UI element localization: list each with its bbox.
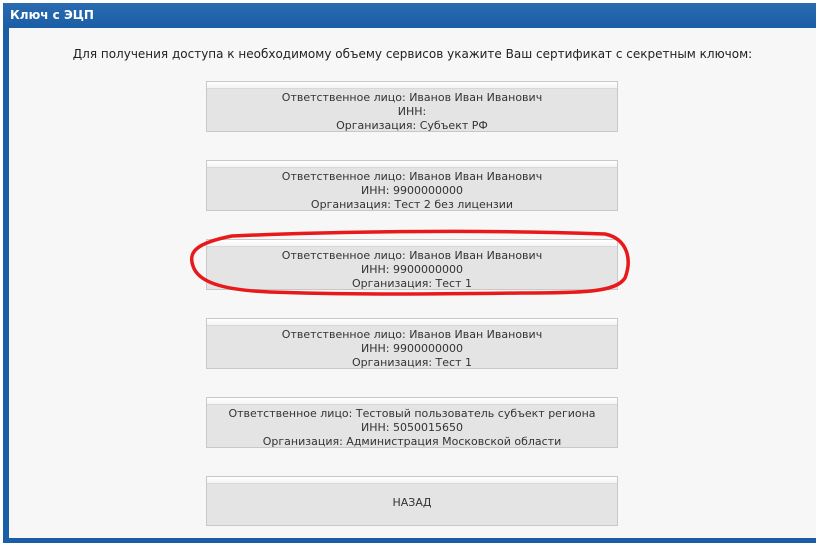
cert-inn: ИНН: 9900000000	[361, 263, 463, 276]
cert-org: Организация: Тест 2 без лицензии	[310, 198, 514, 211]
back-button[interactable]: НАЗАД	[206, 476, 618, 526]
cert-org: Организация: Тест 1	[352, 356, 472, 369]
cert-inn: ИНН:	[397, 105, 427, 118]
cert-person: Ответственное лицо: Иванов Иван Иванович	[281, 328, 543, 341]
certificate-button-5[interactable]: Ответственное лицо: Тестовый пользовател…	[206, 397, 618, 448]
cert-person: Ответственное лицо: Иванов Иван Иванович	[281, 170, 543, 183]
key-window: Ключ с ЭЦП Для получения доступа к необх…	[3, 3, 816, 543]
window-title: Ключ с ЭЦП	[3, 3, 816, 28]
back-button-label: НАЗАД	[392, 496, 432, 509]
cert-inn: ИНН: 9900000000	[361, 184, 463, 197]
cert-person: Ответственное лицо: Иванов Иван Иванович	[281, 91, 543, 104]
cert-person: Ответственное лицо: Тестовый пользовател…	[228, 407, 596, 420]
window-content: Для получения доступа к необходимому объ…	[9, 28, 816, 538]
instruction-text: Для получения доступа к необходимому объ…	[72, 47, 753, 61]
certificate-button-2[interactable]: Ответственное лицо: Иванов Иван Иванович…	[206, 160, 618, 211]
cert-inn: ИНН: 5050015650	[361, 421, 463, 434]
cert-inn: ИНН: 9900000000	[361, 342, 463, 355]
cert-org: Организация: Субъект РФ	[336, 119, 488, 132]
cert-org: Организация: Тест 1	[352, 277, 472, 290]
certificate-button-4[interactable]: Ответственное лицо: Иванов Иван Иванович…	[206, 318, 618, 369]
cert-org: Организация: Администрация Московской об…	[262, 435, 562, 448]
cert-person: Ответственное лицо: Иванов Иван Иванович	[281, 249, 543, 262]
certificate-button-1[interactable]: Ответственное лицо: Иванов Иван Иванович…	[206, 81, 618, 132]
certificate-button-3[interactable]: Ответственное лицо: Иванов Иван Иванович…	[206, 239, 618, 290]
